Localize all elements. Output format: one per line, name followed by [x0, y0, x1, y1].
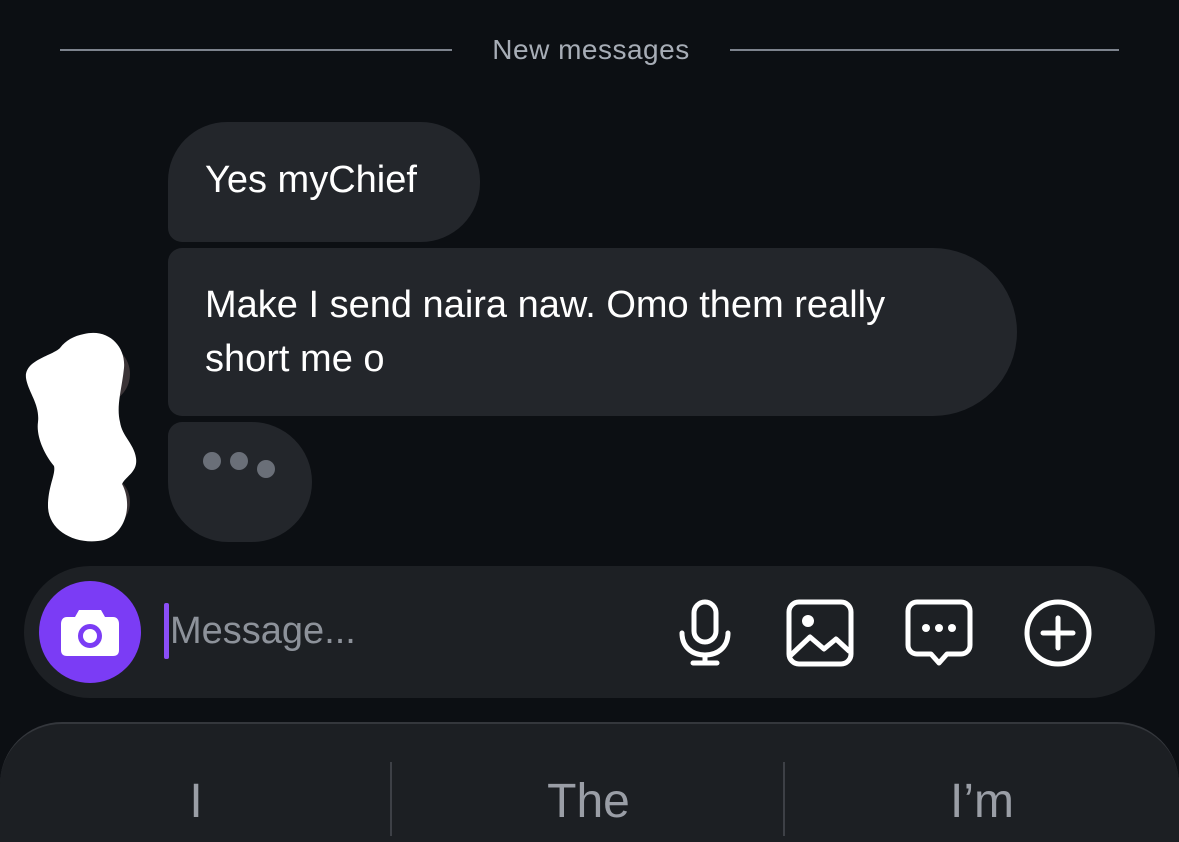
- message-text-line: Make I send naira naw. Omo them really: [205, 284, 886, 326]
- suggestion-item[interactable]: I: [0, 772, 392, 832]
- typing-dot: [203, 452, 221, 470]
- message-text-line: short me o: [205, 338, 385, 380]
- typing-indicator: [168, 422, 312, 542]
- new-messages-divider-label: New messages: [492, 34, 690, 65]
- message-text: Yes myChief: [205, 159, 417, 201]
- text-caret: [164, 603, 169, 659]
- camera-icon: [61, 610, 119, 656]
- suggestion-item[interactable]: The: [392, 772, 785, 832]
- chat-screen: New messages Yes myChief Make I send nai…: [0, 0, 1179, 842]
- more-options-button[interactable]: [1022, 597, 1094, 669]
- sticker-icon: [905, 599, 973, 666]
- keyboard-suggestion-bar: I The I’m: [0, 722, 1179, 842]
- camera-button[interactable]: [39, 581, 141, 683]
- divider-line-right: [730, 49, 1119, 51]
- typing-dot: [257, 460, 275, 478]
- suggestion-item[interactable]: I’m: [785, 772, 1179, 832]
- message-bubble[interactable]: Make I send naira naw. Omo them really s…: [168, 248, 1017, 416]
- avatar[interactable]: [22, 326, 144, 544]
- microphone-button[interactable]: [669, 597, 741, 669]
- image-icon: [786, 599, 854, 667]
- microphone-icon: [679, 599, 731, 666]
- gallery-button[interactable]: [784, 597, 856, 669]
- plus-circle-icon: [1024, 599, 1092, 667]
- sticker-button[interactable]: [903, 597, 975, 669]
- divider-line-left: [60, 49, 452, 51]
- message-input[interactable]: [170, 600, 640, 662]
- redacted-avatar-icon: [25, 332, 137, 542]
- typing-dot: [230, 452, 248, 470]
- message-bubble[interactable]: Yes myChief: [168, 122, 480, 242]
